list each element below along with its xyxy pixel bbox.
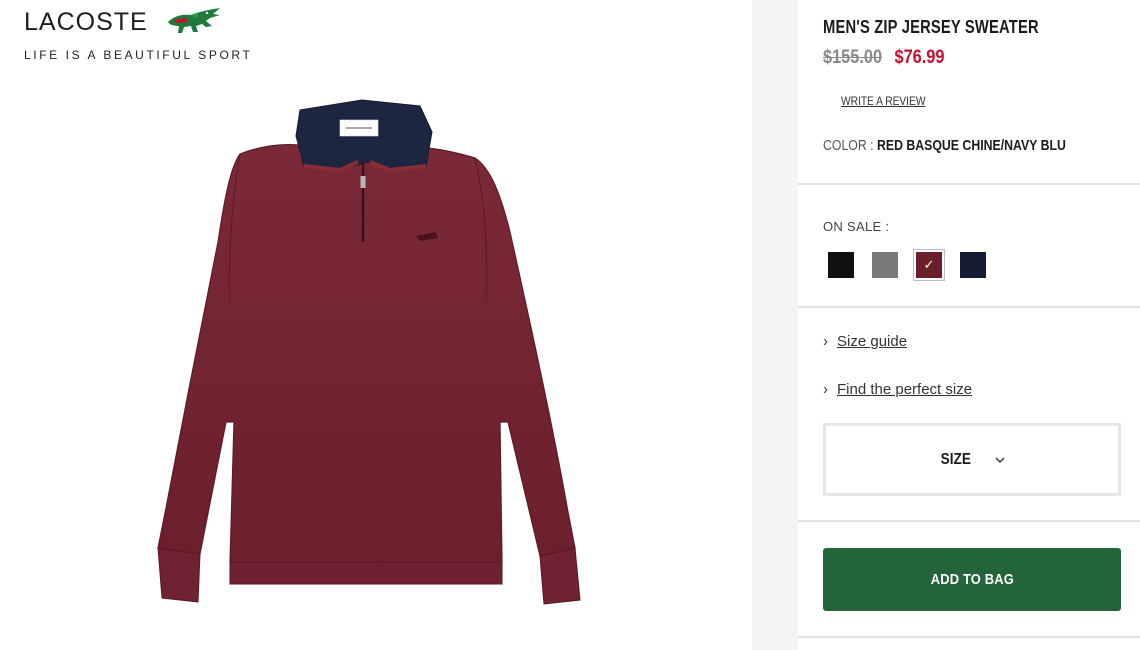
size-dropdown[interactable]: SIZE	[823, 423, 1121, 496]
brand-tagline: LIFE IS A BEAUTIFUL SPORT	[24, 48, 253, 62]
product-gallery: LACOSTE LIFE IS A BEAUTIFUL SPORT	[0, 0, 752, 650]
selected-color: COLOR : RED BASQUE CHINE/NAVY BLU	[823, 137, 1066, 154]
swatch-black[interactable]	[825, 249, 857, 281]
swatch-fill	[872, 252, 898, 278]
divider	[798, 636, 1140, 638]
size-label: SIZE	[940, 450, 972, 468]
on-sale-heading: ON SALE :	[823, 219, 890, 234]
size-guide-label: Size guide	[837, 333, 908, 350]
product-details-panel: MEN'S ZIP JERSEY SWEATER $155.00 $76.99 …	[798, 0, 1140, 650]
color-value: RED BASQUE CHINE/NAVY BLU	[877, 137, 1066, 154]
add-to-bag-label: ADD TO BAG	[930, 571, 1014, 588]
find-size-label: Find the perfect size	[837, 381, 973, 398]
write-review-link[interactable]: WRITE A REVIEW	[841, 94, 925, 108]
brand-logo[interactable]: LACOSTE LIFE IS A BEAUTIFUL SPORT	[24, 6, 253, 63]
divider	[798, 306, 1140, 308]
product-title: MEN'S ZIP JERSEY SWEATER	[823, 17, 1039, 37]
color-swatches: ✓	[825, 249, 1001, 281]
swatch-burgundy[interactable]: ✓	[913, 249, 945, 281]
gallery-divider	[752, 0, 798, 650]
brand-logo-row: LACOSTE	[24, 6, 252, 38]
swatch-navy[interactable]	[957, 249, 989, 281]
chevron-down-icon	[995, 457, 1005, 463]
original-price: $155.00	[823, 47, 883, 68]
find-size-link[interactable]: › Find the perfect size	[823, 381, 972, 398]
swatch-grey[interactable]	[869, 249, 901, 281]
swatch-fill	[828, 252, 854, 278]
swatch-fill: ✓	[916, 252, 942, 278]
chevron-right-icon: ›	[823, 333, 828, 350]
sale-price: $76.99	[894, 47, 945, 68]
divider	[798, 520, 1140, 522]
swatch-fill	[960, 252, 986, 278]
add-to-bag-button[interactable]: ADD TO BAG	[823, 548, 1121, 611]
crocodile-icon	[167, 8, 220, 33]
sweater-product-image[interactable]	[90, 92, 650, 632]
check-icon: ✓	[923, 257, 935, 272]
divider	[798, 183, 1140, 185]
price-block: $155.00 $76.99	[823, 47, 944, 69]
size-guide-link[interactable]: › Size guide	[823, 333, 907, 350]
color-label: COLOR :	[823, 137, 874, 154]
brand-name: LACOSTE	[24, 7, 148, 36]
chevron-right-icon: ›	[823, 381, 828, 398]
